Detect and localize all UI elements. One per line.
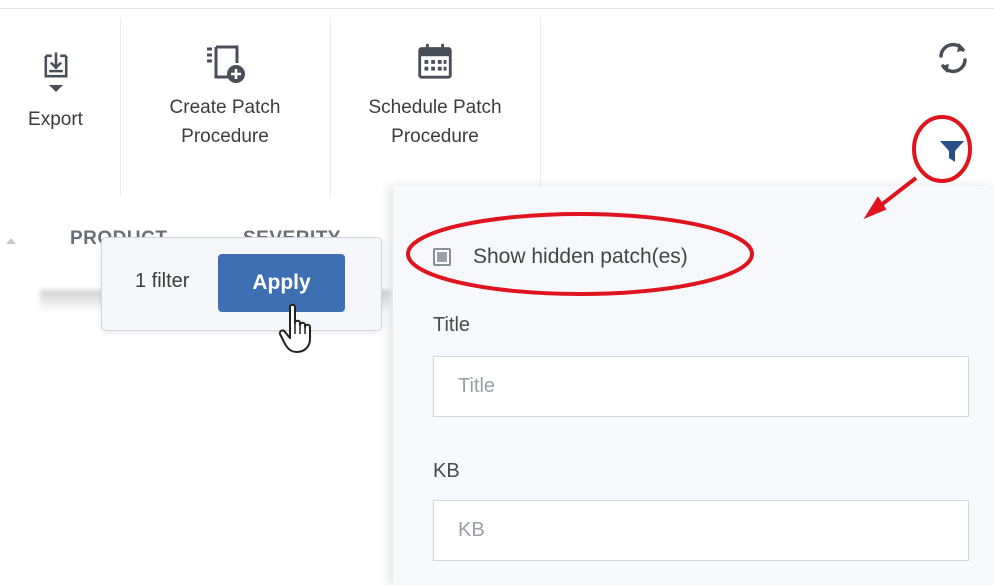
filter-panel: Show hidden patch(es) Title KB [393, 186, 994, 585]
hand-cursor-icon [278, 303, 311, 353]
schedule-patch-procedure-button[interactable]: Schedule Patch Procedure [345, 9, 525, 189]
schedule-patch-procedure-label: Schedule Patch Procedure [368, 97, 502, 147]
export-button[interactable]: Export [8, 9, 103, 189]
create-procedure-icon [207, 45, 245, 83]
kb-input[interactable] [433, 500, 969, 561]
toolbar-divider [330, 18, 331, 196]
create-patch-procedure-button[interactable]: Create Patch Procedure [140, 9, 310, 189]
chevron-down-icon [48, 85, 63, 92]
title-input[interactable] [433, 356, 969, 417]
funnel-icon[interactable] [934, 132, 970, 168]
apply-filter-popover: 1 filter Apply [101, 237, 382, 331]
create-patch-procedure-label: Create Patch Procedure [169, 97, 281, 147]
show-hidden-patches-checkbox[interactable] [433, 248, 451, 266]
toolbar: Export Create Patch Procedure Schedule P… [0, 9, 994, 196]
toolbar-divider [540, 18, 541, 196]
toolbar-divider [120, 18, 121, 196]
kb-field-label: KB [433, 460, 460, 482]
download-tray-icon [44, 52, 67, 78]
calendar-icon [418, 43, 452, 79]
export-label: Export [28, 109, 83, 130]
checkbox-indicator [437, 252, 447, 262]
refresh-icon[interactable] [933, 38, 973, 78]
show-hidden-patches-label: Show hidden patch(es) [473, 245, 688, 268]
show-hidden-patches-option[interactable]: Show hidden patch(es) [433, 242, 688, 272]
title-field-label: Title [433, 314, 471, 336]
filter-count: 1 filter [135, 270, 190, 292]
